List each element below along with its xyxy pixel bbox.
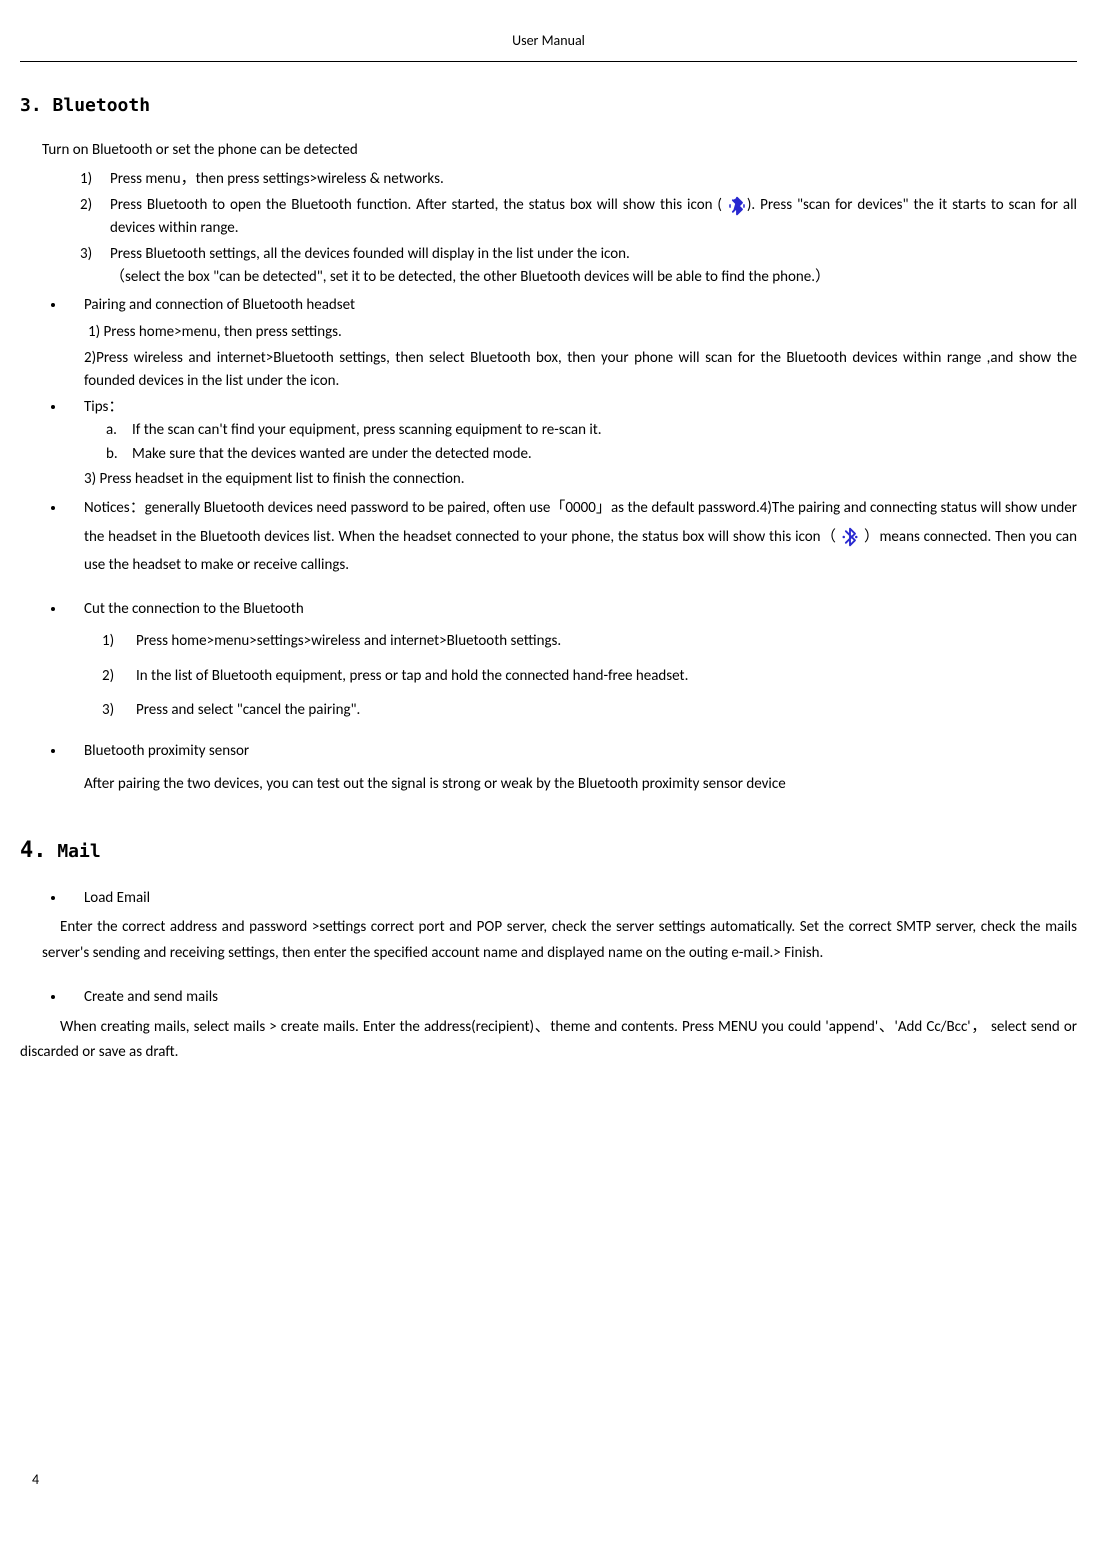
step-3: 3) Press Bluetooth settings, all the dev… bbox=[80, 243, 1077, 288]
proximity-bullets: Bluetooth proximity sensor After pairing… bbox=[20, 740, 1077, 799]
tip-a: a. If the scan can't find your equipment… bbox=[106, 419, 1077, 442]
section-number: 3. bbox=[20, 92, 42, 119]
mail-create-bullets: Create and send mails bbox=[20, 986, 1077, 1009]
step-body: Press Bluetooth settings, all the device… bbox=[110, 243, 1077, 288]
cut-step-2: 2) In the list of Bluetooth equipment, p… bbox=[102, 665, 1077, 688]
step-body: Press Bluetooth to open the Bluetooth fu… bbox=[110, 194, 1077, 239]
page: User Manual 3. Bluetooth Turn on Bluetoo… bbox=[20, 30, 1077, 1510]
section-title: Bluetooth bbox=[53, 95, 151, 116]
bluetooth-steps: 1) Press menu，then press settings>wirele… bbox=[80, 168, 1077, 289]
step-3-note: （select the box "can be detected", set i… bbox=[110, 266, 1077, 289]
tips-letters: a. If the scan can't find your equipment… bbox=[106, 419, 1077, 466]
bluetooth-bullets: Pairing and connection of Bluetooth head… bbox=[20, 294, 1077, 580]
bluetooth-connected-icon bbox=[840, 523, 860, 552]
pairing-line1: 1) Press home>menu, then press settings. bbox=[88, 321, 1077, 344]
cut-steps: 1) Press home>menu>settings>wireless and… bbox=[102, 630, 1077, 722]
step-number: 3) bbox=[102, 699, 136, 722]
letter-label: a. bbox=[106, 419, 132, 442]
bullet-tips: Tips： a. If the scan can't find your equ… bbox=[66, 396, 1077, 490]
bullet-cut: Cut the connection to the Bluetooth 1) P… bbox=[66, 598, 1077, 722]
step-number: 1) bbox=[102, 630, 136, 653]
section-number: 4. bbox=[20, 834, 47, 867]
cut-step-body: Press and select "cancel the pairing". bbox=[136, 699, 360, 722]
step-2-text-a: Press Bluetooth to open the Bluetooth fu… bbox=[110, 196, 722, 214]
tip-b: b. Make sure that the devices wanted are… bbox=[106, 443, 1077, 466]
tips-line3: 3) Press headset in the equipment list t… bbox=[84, 468, 1077, 491]
page-number: 4 bbox=[32, 1469, 39, 1490]
cut-step-3: 3) Press and select "cancel the pairing"… bbox=[102, 699, 1077, 722]
step-1: 1) Press menu，then press settings>wirele… bbox=[80, 168, 1077, 191]
bullet-proximity: Bluetooth proximity sensor After pairing… bbox=[66, 740, 1077, 799]
bluetooth-icon bbox=[727, 194, 747, 217]
pairing-line2: 2)Press wireless and internet>Bluetooth … bbox=[84, 347, 1077, 392]
proximity-body: After pairing the two devices, you can t… bbox=[84, 770, 1077, 799]
cut-title: Cut the connection to the Bluetooth bbox=[84, 600, 304, 618]
section-4-heading: 4. Mail bbox=[20, 834, 1077, 867]
cut-step-1: 1) Press home>menu>settings>wireless and… bbox=[102, 630, 1077, 653]
bullet-notices: Notices：generally Bluetooth devices need… bbox=[66, 494, 1077, 580]
bullet-pairing: Pairing and connection of Bluetooth head… bbox=[66, 294, 1077, 392]
section-3-heading: 3. Bluetooth bbox=[20, 92, 1077, 119]
step-number: 3) bbox=[80, 243, 110, 288]
load-body: Enter the correct address and password >… bbox=[42, 915, 1077, 966]
step-body: Press menu，then press settings>wireless … bbox=[110, 168, 1077, 191]
step-2: 2) Press Bluetooth to open the Bluetooth… bbox=[80, 194, 1077, 239]
bullet-create-mails: Create and send mails bbox=[66, 986, 1077, 1009]
proximity-title: Bluetooth proximity sensor bbox=[84, 742, 249, 760]
create-body: When creating mails, select mails > crea… bbox=[20, 1015, 1077, 1066]
letter-label: b. bbox=[106, 443, 132, 466]
section-title: Mail bbox=[57, 841, 100, 862]
create-title: Create and send mails bbox=[84, 988, 218, 1006]
mail-load-bullets: Load Email bbox=[20, 887, 1077, 910]
cut-bullets: Cut the connection to the Bluetooth 1) P… bbox=[20, 598, 1077, 722]
step-number: 2) bbox=[80, 194, 110, 239]
load-title: Load Email bbox=[84, 889, 150, 907]
bluetooth-intro: Turn on Bluetooth or set the phone can b… bbox=[42, 139, 1077, 162]
bullet-load-email: Load Email bbox=[66, 887, 1077, 910]
page-header: User Manual bbox=[20, 30, 1077, 62]
tip-b-body: Make sure that the devices wanted are un… bbox=[132, 443, 532, 466]
pairing-title: Pairing and connection of Bluetooth head… bbox=[84, 296, 355, 314]
tips-title: Tips： bbox=[84, 398, 123, 416]
cut-step-body: Press home>menu>settings>wireless and in… bbox=[136, 630, 561, 653]
step-3-text-a: Press Bluetooth settings, all the device… bbox=[110, 245, 630, 263]
tip-a-body: If the scan can't find your equipment, p… bbox=[132, 419, 602, 442]
cut-step-body: In the list of Bluetooth equipment, pres… bbox=[136, 665, 688, 688]
step-number: 1) bbox=[80, 168, 110, 191]
step-number: 2) bbox=[102, 665, 136, 688]
